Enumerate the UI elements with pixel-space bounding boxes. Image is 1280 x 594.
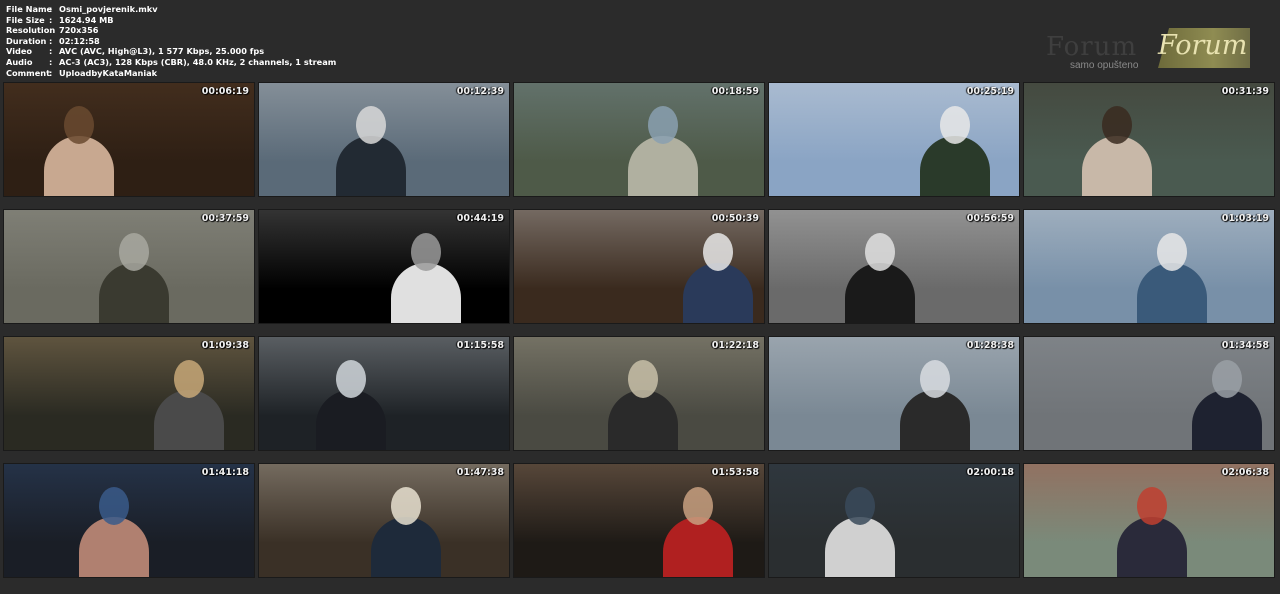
thumbnail-scene-backdrop (769, 337, 1019, 450)
video-thumbnail: 02:06:38 (1024, 464, 1274, 577)
thumbnail-timestamp: 00:25:19 (966, 86, 1014, 97)
thumbnail-timestamp: 01:15:58 (456, 340, 504, 351)
thumbnail-timestamp: 01:41:18 (201, 467, 249, 478)
video-thumbnail: 01:15:58 (259, 337, 509, 450)
video-thumbnail: 00:44:19 (259, 210, 509, 323)
video-thumbnail: 00:56:59 (769, 210, 1019, 323)
logo-title: Forum (1158, 30, 1248, 61)
thumbnail-figure-head (411, 233, 441, 271)
thumbnail-figure-head (703, 233, 733, 271)
info-separator: : (49, 46, 53, 57)
logo-shadow-text: Forum (1046, 32, 1138, 62)
thumbnail-figure-head (1137, 487, 1167, 525)
info-row: Comment: UploadbyKataManiak (6, 68, 336, 79)
thumbnail-figure-head (920, 360, 950, 398)
video-thumbnail: 01:41:18 (4, 464, 254, 577)
thumbnail-figure-head (119, 233, 149, 271)
video-thumbnail: 00:25:19 (769, 83, 1019, 196)
info-key: Comment (6, 67, 50, 78)
info-value: AC-3 (AC3), 128 Kbps (CBR), 48.0 KHz, 2 … (59, 56, 337, 67)
info-value: AVC (AVC, High@L3), 1 577 Kbps, 25.000 f… (59, 46, 265, 57)
video-thumbnail: 00:06:19 (4, 83, 254, 196)
thumbnail-figure-head (628, 360, 658, 398)
video-thumbnail: 01:47:38 (259, 464, 509, 577)
info-separator: : (49, 4, 53, 14)
info-separator: : (49, 67, 53, 78)
info-key: Duration (6, 35, 47, 46)
info-separator: : (49, 56, 53, 67)
thumbnail-timestamp: 00:37:59 (201, 213, 249, 224)
thumbnail-scene-backdrop (4, 83, 254, 196)
info-key: Audio (6, 56, 33, 67)
thumbnail-timestamp: 00:50:39 (711, 213, 759, 224)
thumbnail-figure-head (648, 106, 678, 144)
thumbnail-scene-backdrop (259, 210, 509, 323)
video-thumbnail: 01:03:19 (1024, 210, 1274, 323)
video-thumbnail: 00:12:39 (259, 83, 509, 196)
info-key: Video (6, 46, 33, 57)
info-separator: : (49, 35, 53, 46)
thumbnail-timestamp: 00:56:59 (966, 213, 1014, 224)
info-row: Video: AVC (AVC, High@L3), 1 577 Kbps, 25… (6, 46, 336, 57)
thumbnail-figure-head (336, 360, 366, 398)
info-row: Duration:02:12:58 (6, 36, 336, 47)
video-thumbnail: 01:28:38 (769, 337, 1019, 450)
info-value: 720x356 (59, 25, 99, 36)
thumbnail-timestamp: 00:44:19 (456, 213, 504, 224)
thumbnail-timestamp: 01:28:38 (966, 340, 1014, 351)
thumbnail-figure-head (174, 360, 204, 398)
thumbnail-figure-head (391, 487, 421, 525)
video-thumbnail: 01:22:18 (514, 337, 764, 450)
thumbnail-timestamp: 02:06:38 (1221, 467, 1269, 478)
video-thumbnail: 00:37:59 (4, 210, 254, 323)
thumbnail-figure-head (940, 106, 970, 144)
thumbnail-timestamp: 02:00:18 (966, 467, 1014, 478)
thumbnail-figure-head (64, 106, 94, 144)
video-thumbnail: 00:50:39 (514, 210, 764, 323)
thumbnail-figure-head (865, 233, 895, 271)
thumbnail-timestamp: 01:53:58 (711, 467, 759, 478)
info-row: File Name: Osmi_povjerenik.mkv (6, 4, 336, 15)
info-key: File Name (6, 4, 53, 14)
forum-logo: Forum Forum samo opušteno (1040, 10, 1252, 74)
thumbnail-grid: 00:06:19 00:12:39 00:18:59 00:25:19 00:31:39… (4, 83, 1278, 591)
file-info-panel: File Name: Osmi_povjerenik.mkv File Size:1… (6, 4, 336, 78)
logo-subtitle: samo opušteno (1070, 60, 1139, 71)
info-value: 02:12:58 (59, 35, 100, 46)
thumbnail-timestamp: 01:03:19 (1221, 213, 1269, 224)
thumbnail-timestamp: 01:09:38 (201, 340, 249, 351)
thumbnail-timestamp: 00:12:39 (456, 86, 504, 97)
info-row: File Size:1624.94 MB (6, 15, 336, 26)
info-row: Resolution:720x356 (6, 25, 336, 36)
info-value: Osmi_povjerenik.mkv (59, 4, 158, 14)
info-separator: : (49, 25, 53, 36)
thumbnail-figure-head (99, 487, 129, 525)
info-separator: : (49, 14, 53, 25)
video-thumbnail: 01:53:58 (514, 464, 764, 577)
thumbnail-timestamp: 01:47:38 (456, 467, 504, 478)
thumbnail-figure-head (845, 487, 875, 525)
info-key: File Size (6, 14, 45, 25)
video-thumbnail: 02:00:18 (769, 464, 1019, 577)
thumbnail-timestamp: 00:31:39 (1221, 86, 1269, 97)
video-thumbnail: 01:09:38 (4, 337, 254, 450)
info-row: Audio: AC-3 (AC3), 128 Kbps (CBR), 48.0 K… (6, 57, 336, 68)
thumbnail-figure-head (1157, 233, 1187, 271)
thumbnail-figure-head (1102, 106, 1132, 144)
thumbnail-figure-head (1212, 360, 1242, 398)
thumbnail-figure-head (683, 487, 713, 525)
thumbnail-timestamp: 00:06:19 (201, 86, 249, 97)
thumbnail-timestamp: 00:18:59 (711, 86, 759, 97)
thumbnail-figure-head (356, 106, 386, 144)
info-value: 1624.94 MB (59, 14, 114, 25)
video-thumbnail: 01:34:58 (1024, 337, 1274, 450)
info-key: Resolution (6, 25, 56, 36)
video-thumbnail: 00:31:39 (1024, 83, 1274, 196)
thumbnail-timestamp: 01:22:18 (711, 340, 759, 351)
info-value: UploadbyKataManiak (59, 67, 158, 78)
video-thumbnail: 00:18:59 (514, 83, 764, 196)
thumbnail-timestamp: 01:34:58 (1221, 340, 1269, 351)
